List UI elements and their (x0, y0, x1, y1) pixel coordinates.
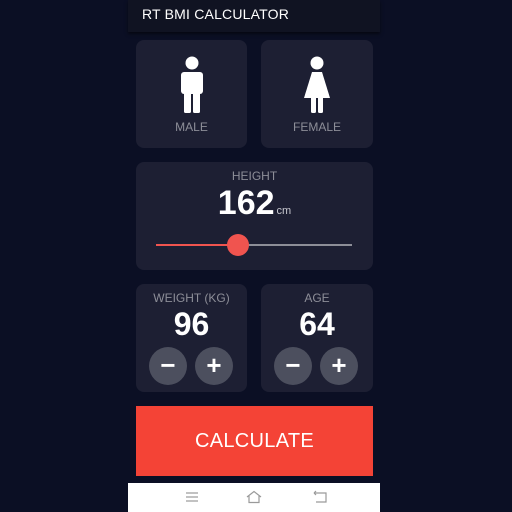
weight-card: WEIGHT (KG) 96 − + (136, 284, 247, 392)
height-number: 162 (217, 184, 275, 222)
system-nav-bar (128, 483, 380, 512)
app-title: RT BMI CALCULATOR (142, 6, 290, 22)
female-label: FEMALE (292, 120, 341, 134)
calculate-button[interactable]: CALCULATE (136, 406, 373, 476)
height-card: HEIGHT 162 cm (136, 162, 373, 270)
height-value: 162 cm (136, 184, 373, 223)
age-plus-button[interactable]: + (320, 347, 358, 385)
height-unit: cm (276, 205, 292, 217)
weight-value: 96 (173, 306, 210, 342)
age-value: 64 (299, 306, 335, 342)
age-card: AGE 64 − + (261, 284, 373, 392)
male-person-icon (179, 56, 205, 119)
menu-icon[interactable] (185, 490, 199, 509)
app-screen: RT BMI CALCULATOR MALE FEMALE HEIGHT 162… (128, 0, 380, 512)
height-label: HEIGHT (231, 169, 278, 183)
age-label: AGE (304, 291, 330, 305)
female-card[interactable]: FEMALE (261, 40, 373, 148)
height-slider[interactable] (156, 234, 352, 256)
weight-minus-button[interactable]: − (149, 347, 187, 385)
height-slider-fill (156, 244, 239, 246)
weight-label: WEIGHT (KG) (153, 291, 230, 305)
male-label: MALE (175, 120, 208, 134)
weight-plus-button[interactable]: + (195, 347, 233, 385)
back-icon[interactable] (313, 490, 327, 509)
female-person-icon (302, 56, 332, 119)
home-icon[interactable] (246, 490, 262, 509)
height-slider-thumb[interactable] (227, 234, 250, 256)
age-minus-button[interactable]: − (274, 347, 312, 385)
male-card[interactable]: MALE (136, 40, 247, 148)
app-bar: RT BMI CALCULATOR (128, 0, 380, 32)
